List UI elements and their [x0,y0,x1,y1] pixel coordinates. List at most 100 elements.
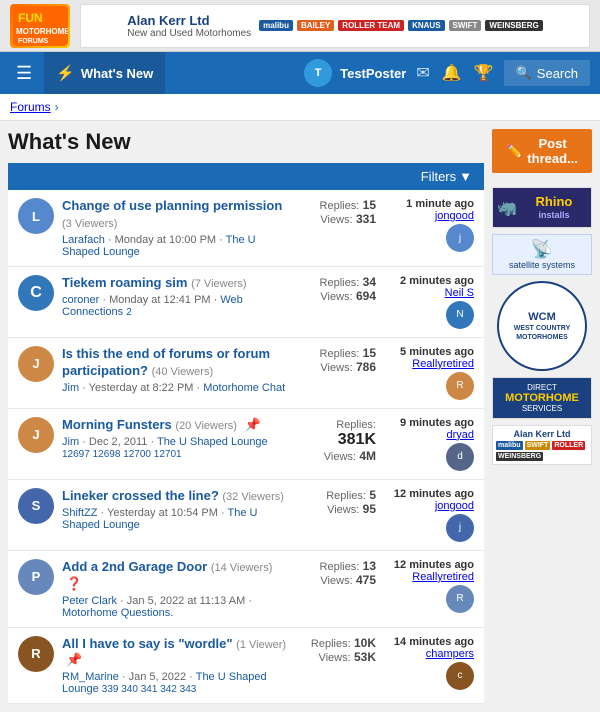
thread-title[interactable]: Change of use planning permission (3 Vie… [62,198,288,232]
thread-stats: Replies: 34 Views: 694 [296,275,376,303]
thread-author-link[interactable]: Jim [62,436,79,448]
thread-stats: Replies: 10K Views: 53K [296,636,376,664]
satellite-ad[interactable]: 📡 satellite systems [492,234,592,275]
page-num-link[interactable]: 340 [121,684,138,695]
satellite-text: satellite systems [497,260,587,270]
user-avatar[interactable]: T [304,59,332,87]
trophy-icon[interactable]: 🏆 [474,63,494,83]
ad-company-name: Alan Kerr Ltd [127,13,251,28]
last-user-link[interactable]: Neil S [445,287,474,299]
thread-author-link[interactable]: Larafach [62,234,105,246]
username-label[interactable]: TestPoster [340,66,406,81]
thread-avatar: P [18,559,54,595]
viewers-count: (14 Viewers) [211,562,273,574]
last-user-link[interactable]: Reallyretired [412,571,474,583]
sidebar-logo-weinsberg: WEINSBERG [496,452,543,461]
thread-stats: Replies: 13 Views: 475 [296,559,376,587]
thread-meta: coroner · Monday at 12:41 PM · Web Conne… [62,294,288,318]
thread-title[interactable]: Add a 2nd Garage Door (14 Viewers) ❓ [62,559,288,593]
mail-icon[interactable]: ✉ [416,63,429,83]
dms-ad[interactable]: DIRECT MOTORHOME SERVICES [492,377,592,419]
thread-avatar: C [18,275,54,311]
site-logo[interactable]: FUN MOTORHOME FORUMS [10,4,70,48]
main-wrapper: What's New Filters ▼ L Change of use pla… [0,121,600,712]
breadcrumb-separator: › [55,100,59,114]
page-num-link[interactable]: 341 [141,684,158,695]
ad-company-tagline: New and Used Motorhomes [127,28,251,39]
thread-author-link[interactable]: Peter Clark [62,595,117,607]
rhino-brand-name: Rhino [536,194,573,209]
page-num-link[interactable]: 2 [126,307,132,318]
wcm-ad[interactable]: WCM WEST COUNTRY MOTORHOMES [492,281,592,371]
content-area: What's New Filters ▼ L Change of use pla… [8,129,484,704]
thread-author-link[interactable]: ShiftZZ [62,507,97,519]
sidebar: ✏️ Post thread... 🦏 Rhino installs 📡 sat… [492,129,592,704]
page-num-link[interactable]: 339 [102,684,119,695]
thread-title[interactable]: All I have to say is "wordle" (1 Viewer)… [62,636,288,670]
breadcrumb-forums-link[interactable]: Forums [10,100,51,114]
sidebar-ad-logos: malibu SWIFT ROLLER WEINSBERG [496,441,588,461]
page-num-link[interactable]: 12698 [93,449,121,460]
wcm-abbr: WCM [528,310,556,324]
thread-item: J Morning Funsters (20 Viewers) 📌 Jim · … [8,409,484,480]
rhino-ad[interactable]: 🦏 Rhino installs [492,187,592,228]
thread-avatar: J [18,417,54,453]
page-num-link[interactable]: 12700 [123,449,151,460]
thread-meta: Jim · Yesterday at 8:22 PM · Motorhome C… [62,382,288,394]
thread-stats: Replies: 5 Views: 95 [296,488,376,516]
thread-title[interactable]: Tiekem roaming sim (7 Viewers) [62,275,288,292]
thread-author-link[interactable]: Jim [62,382,79,394]
last-user-link[interactable]: dryad [446,429,474,441]
post-thread-button[interactable]: ✏️ Post thread... [492,129,592,173]
thread-meta: Larafach · Monday at 10:00 PM · The U Sh… [62,234,288,258]
page-num-link[interactable]: 342 [160,684,177,695]
thread-meta: Jim · Dec 2, 2011 · The U Shaped Lounge … [62,436,288,460]
thread-author-link[interactable]: coroner [62,294,99,306]
dms-line1: DIRECT [498,383,586,392]
viewers-count: (32 Viewers) [222,491,284,503]
chevron-down-icon: ▼ [459,169,472,184]
thread-avatar: R [18,636,54,672]
thread-stats: Replies: 15 Views: 331 [296,198,376,226]
sidebar-alan-kerr-ad[interactable]: Alan Kerr Ltd malibu SWIFT ROLLER WEINSB… [492,425,592,465]
thread-list: L Change of use planning permission (3 V… [8,190,484,704]
page-num-link[interactable]: 343 [180,684,197,695]
page-num-link[interactable]: 12697 [62,449,90,460]
search-button[interactable]: 🔍 Search [504,60,590,86]
sidebar-logo-malibu: malibu [496,441,523,450]
thread-avatar: L [18,198,54,234]
viewers-count: (20 Viewers) [175,420,237,432]
viewers-count: (7 Viewers) [191,278,246,290]
filters-button[interactable]: Filters ▼ [421,169,472,184]
edit-icon: ✏️ [506,143,522,159]
whats-new-label: What's New [81,66,153,81]
thread-meta: RM_Marine · Jan 5, 2022 · The U Shaped L… [62,671,288,695]
last-user-link[interactable]: jongood [435,500,474,512]
ad-logo-swift: SWIFT [449,20,482,31]
svg-text:FORUMS: FORUMS [18,38,49,45]
thread-subforum-link[interactable]: Motorhome Questions. [62,607,173,619]
bell-icon[interactable]: 🔔 [442,63,462,83]
hamburger-menu-icon[interactable]: ☰ [10,59,38,88]
rhino-installs-text: installs [538,210,569,220]
page-title: What's New [8,129,484,155]
help-icon: ❓ [66,576,82,591]
top-ad-banner[interactable]: Alan Kerr Ltd New and Used Motorhomes ma… [80,4,590,48]
last-user-link[interactable]: champers [426,648,474,660]
thread-item: S Lineker crossed the line? (32 Viewers)… [8,480,484,551]
thread-last: 5 minutes ago Reallyretired R [384,346,474,400]
thread-title[interactable]: Lineker crossed the line? (32 Viewers) [62,488,288,505]
whats-new-nav-item[interactable]: ⚡ What's New [44,52,165,94]
navbar: ☰ ⚡ What's New T TestPoster ✉ 🔔 🏆 🔍 Sear… [0,52,600,94]
page-num-link[interactable]: 12701 [154,449,182,460]
last-user-link[interactable]: jongood [435,210,474,222]
thread-author-link[interactable]: RM_Marine [62,671,119,683]
thread-item: L Change of use planning permission (3 V… [8,190,484,267]
thread-title[interactable]: Morning Funsters (20 Viewers) 📌 [62,417,288,434]
last-user-link[interactable]: Reallyretired [412,358,474,370]
thread-title[interactable]: Is this the end of forums or forum parti… [62,346,288,380]
thread-subforum-link[interactable]: Motorhome Chat [203,382,285,394]
thread-subforum-link[interactable]: The U Shaped Lounge [157,436,268,448]
page-nums: 339 340 341 342 343 [102,684,197,695]
thread-body: Morning Funsters (20 Viewers) 📌 Jim · De… [62,417,288,460]
